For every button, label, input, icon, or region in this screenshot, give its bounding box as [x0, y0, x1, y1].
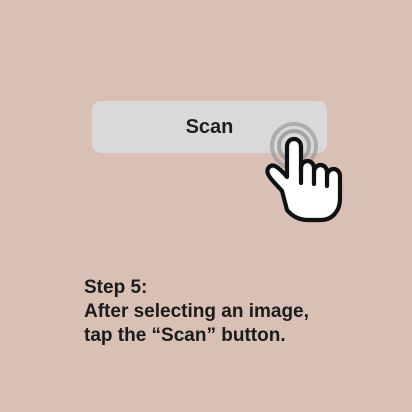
instruction-line-1: After selecting an image,	[84, 301, 309, 322]
tutorial-card: Scan Step 5: After selecting an image, t…	[0, 0, 412, 412]
instructions-block: Step 5: After selecting an image, tap th…	[84, 276, 394, 348]
instruction-line-2: tap the “Scan” button.	[84, 325, 286, 346]
step-label: Step 5:	[84, 277, 148, 298]
hand-tap-icon	[265, 122, 343, 223]
